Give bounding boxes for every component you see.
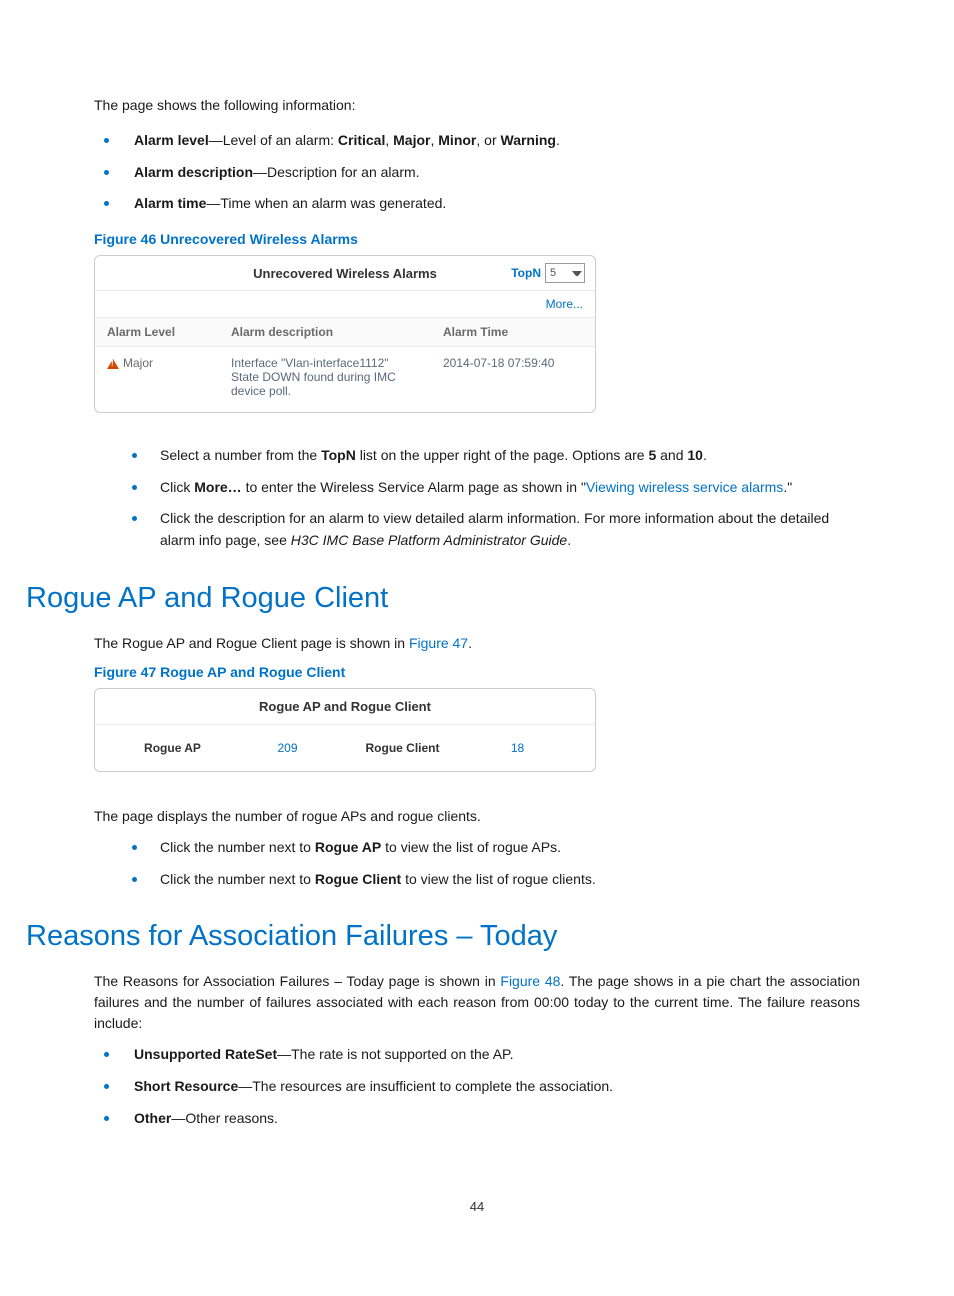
actions-list: Select a number from the TopN list on th… — [94, 445, 860, 552]
heading-rogue: Rogue AP and Rogue Client — [26, 582, 860, 615]
text: —Level of an alarm: — [209, 132, 338, 148]
figure-47-panel: Rogue AP and Rogue Client Rogue AP 209 R… — [94, 688, 596, 772]
text: ." — [783, 479, 792, 495]
chevron-down-icon — [572, 268, 582, 278]
rogue-client-count[interactable]: 18 — [460, 741, 575, 755]
list-item: Click the number next to Rogue Client to… — [94, 869, 860, 891]
rogue-ap-label: Rogue AP — [115, 741, 230, 755]
text: to view the list of rogue clients. — [401, 871, 596, 887]
panel-title: Unrecovered Wireless Alarms — [253, 266, 437, 281]
list-item: Click the description for an alarm to vi… — [94, 508, 860, 551]
topn-control: TopN 5 — [511, 263, 585, 283]
text: , or — [476, 132, 500, 148]
text: . — [468, 635, 472, 651]
text: —The rate is not supported on the AP. — [277, 1046, 513, 1062]
list-item: Short Resource—The resources are insuffi… — [94, 1076, 860, 1098]
rogue-description: The page displays the number of rogue AP… — [94, 806, 860, 827]
text: The Reasons for Association Failures – T… — [94, 973, 500, 989]
rogue-intro: The Rogue AP and Rogue Client page is sh… — [94, 633, 860, 654]
term: Alarm level — [134, 132, 209, 148]
text: to enter the Wireless Service Alarm page… — [242, 479, 586, 495]
col-alarm-description: Alarm description — [219, 318, 431, 347]
figure-46-panel: Unrecovered Wireless Alarms TopN 5 More.… — [94, 255, 596, 413]
topn-label: TopN — [511, 266, 541, 280]
text: , — [385, 132, 393, 148]
text: —Time when an alarm was generated. — [206, 195, 446, 211]
term: TopN — [321, 447, 356, 463]
figure-48-link[interactable]: Figure 48 — [500, 973, 560, 989]
text: . — [567, 532, 571, 548]
reasons-intro: The Reasons for Association Failures – T… — [94, 971, 860, 1034]
col-alarm-time: Alarm Time — [431, 318, 595, 347]
alarms-table: Alarm Level Alarm description Alarm Time… — [95, 317, 595, 412]
term: More… — [194, 479, 241, 495]
text: The Rogue AP and Rogue Client page is sh… — [94, 635, 409, 651]
panel-titlebar: Unrecovered Wireless Alarms TopN 5 — [95, 256, 595, 291]
figure-46-caption: Figure 46 Unrecovered Wireless Alarms — [94, 231, 860, 247]
table-row: Major Interface "Vlan-interface1112" Sta… — [95, 347, 595, 413]
rogue-client-label: Rogue Client — [345, 741, 460, 755]
topn-value: 5 — [550, 267, 556, 279]
text: —Other reasons. — [171, 1110, 278, 1126]
intro-text: The page shows the following information… — [94, 95, 860, 116]
text: . — [703, 447, 707, 463]
term: Unsupported RateSet — [134, 1046, 277, 1062]
heading-reasons: Reasons for Association Failures – Today — [26, 920, 860, 953]
figure-47-caption: Figure 47 Rogue AP and Rogue Client — [94, 664, 860, 680]
alarm-info-list: Alarm level—Level of an alarm: Critical,… — [94, 130, 860, 215]
term: Rogue Client — [315, 871, 401, 887]
panel-title: Rogue AP and Rogue Client — [95, 689, 595, 725]
text: and — [656, 447, 687, 463]
term: Minor — [438, 132, 476, 148]
list-item: Alarm level—Level of an alarm: Critical,… — [94, 130, 860, 152]
rogue-actions-list: Click the number next to Rogue AP to vie… — [94, 837, 860, 890]
alarm-level-value: Major — [123, 356, 153, 370]
rogue-ap-count[interactable]: 209 — [230, 741, 345, 755]
term: Critical — [338, 132, 385, 148]
text: . — [556, 132, 560, 148]
text: —Description for an alarm. — [253, 164, 420, 180]
list-item: Other—Other reasons. — [94, 1108, 860, 1130]
term: Alarm description — [134, 164, 253, 180]
list-item: Alarm time—Time when an alarm was genera… — [94, 193, 860, 215]
guide-title: H3C IMC Base Platform Administrator Guid… — [291, 532, 567, 548]
term: Short Resource — [134, 1078, 238, 1094]
failure-reasons-list: Unsupported RateSet—The rate is not supp… — [94, 1044, 860, 1129]
topn-select[interactable]: 5 — [545, 263, 585, 283]
term: Rogue AP — [315, 839, 381, 855]
list-item: Click the number next to Rogue AP to vie… — [94, 837, 860, 859]
list-item: Click More… to enter the Wireless Servic… — [94, 477, 860, 499]
text: —The resources are insufficient to compl… — [238, 1078, 613, 1094]
text: to view the list of rogue APs. — [381, 839, 561, 855]
text: Click the number next to — [160, 871, 315, 887]
term: Major — [393, 132, 430, 148]
text: Select a number from the — [160, 447, 321, 463]
list-item: Select a number from the TopN list on th… — [94, 445, 860, 467]
text: list on the upper right of the page. Opt… — [356, 447, 649, 463]
list-item: Alarm description—Description for an ala… — [94, 162, 860, 184]
alarm-time-value: 2014-07-18 07:59:40 — [443, 356, 554, 370]
col-alarm-level: Alarm Level — [95, 318, 219, 347]
text: Click the number next to — [160, 839, 315, 855]
viewing-alarms-link[interactable]: Viewing wireless service alarms — [586, 479, 783, 495]
term: Other — [134, 1110, 171, 1126]
term: 10 — [687, 447, 703, 463]
text: Click — [160, 479, 194, 495]
figure-47-link[interactable]: Figure 47 — [409, 635, 468, 651]
list-item: Unsupported RateSet—The rate is not supp… — [94, 1044, 860, 1066]
term: Alarm time — [134, 195, 206, 211]
alarm-description-link[interactable]: Interface "Vlan-interface1112" State DOW… — [231, 356, 396, 398]
more-link[interactable]: More... — [546, 297, 583, 311]
term: Warning — [501, 132, 556, 148]
page-number: 44 — [94, 1199, 860, 1214]
warning-icon — [107, 359, 119, 369]
